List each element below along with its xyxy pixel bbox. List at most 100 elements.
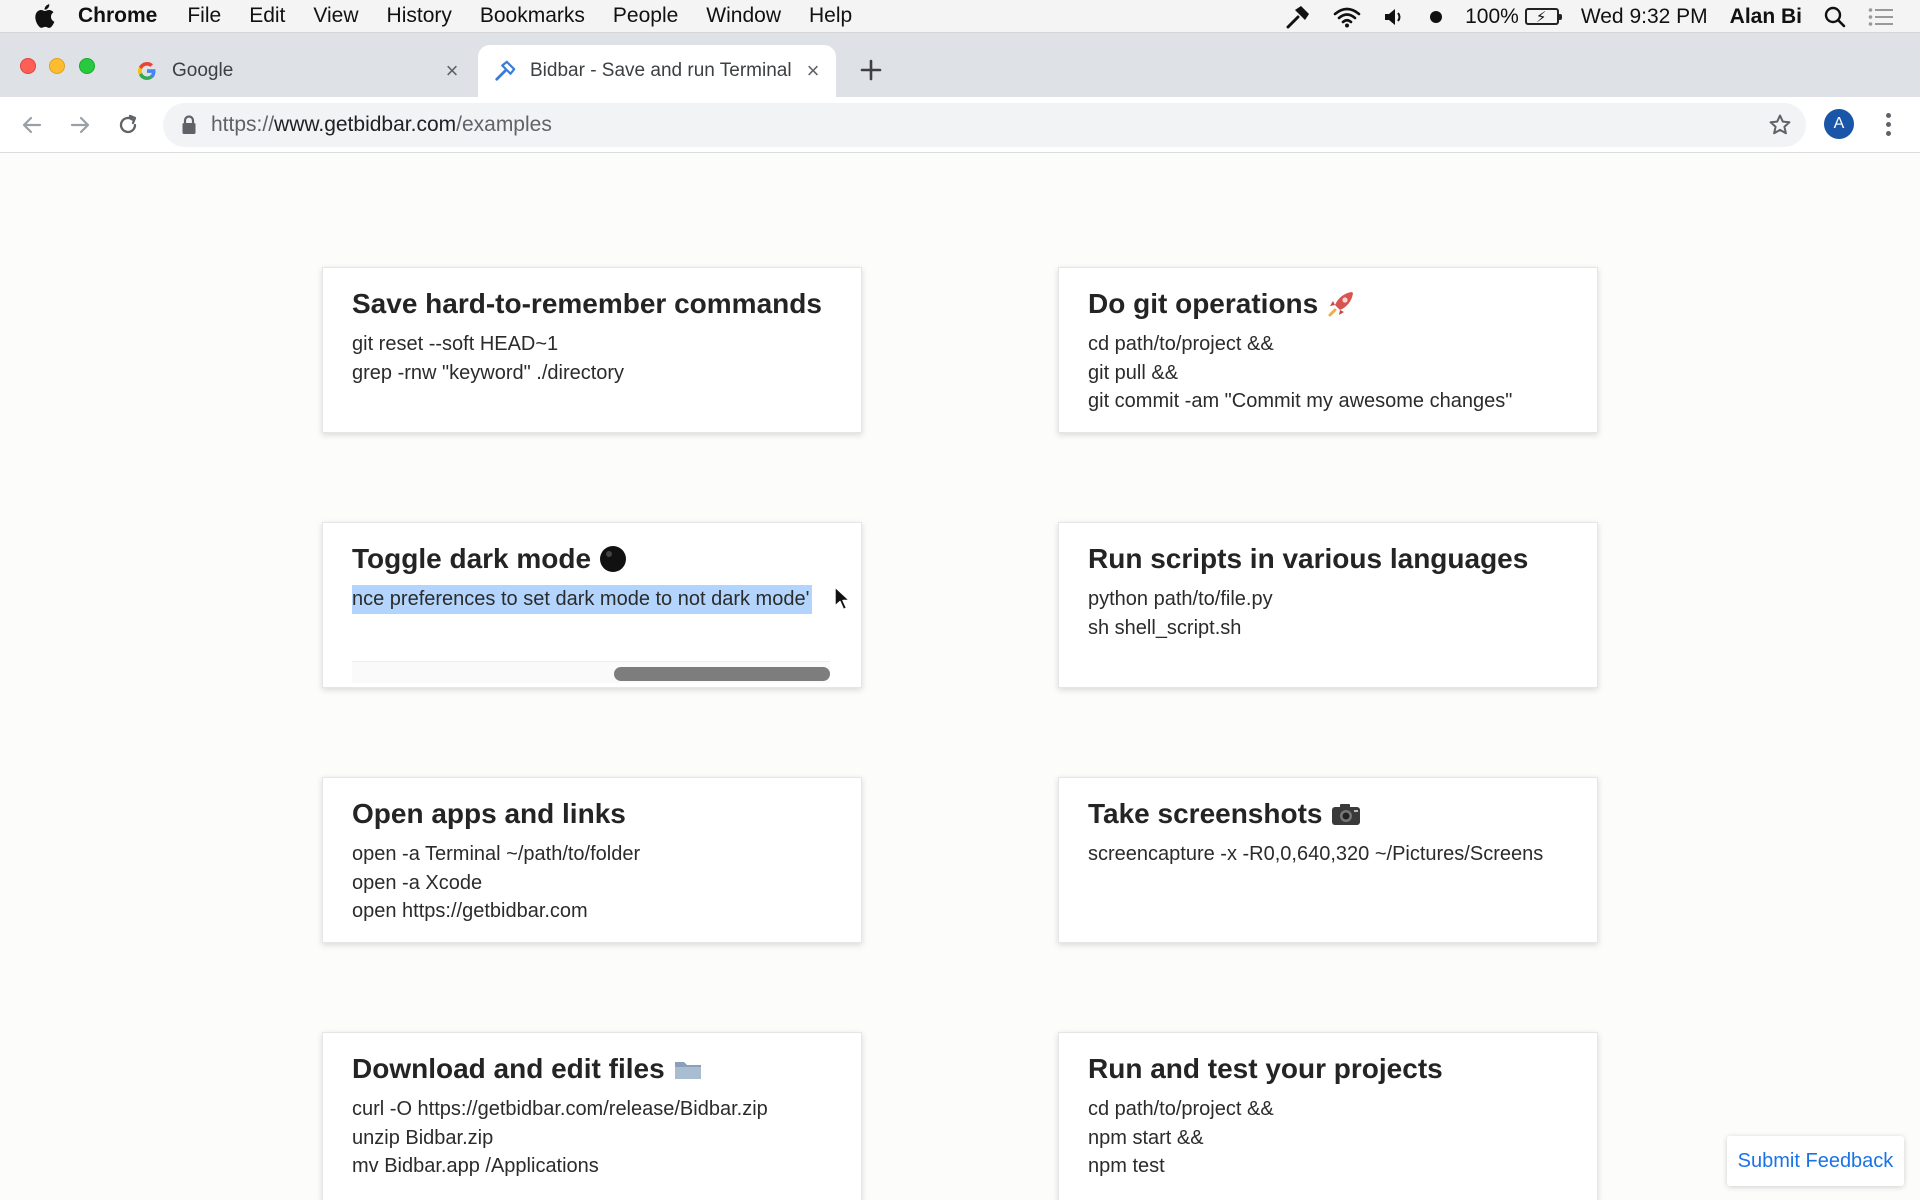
battery-icon: ⚡ <box>1524 8 1562 26</box>
command-line: cd path/to/project && <box>1088 333 1274 355</box>
example-card: Toggle dark mode nce preferences to set … <box>322 522 862 688</box>
google-favicon-icon <box>136 60 158 82</box>
tab-bidbar-title: Bidbar - Save and run Terminal <box>530 60 792 81</box>
horizontal-scrollbar[interactable] <box>352 661 830 683</box>
black-circle-icon <box>599 545 627 573</box>
command-line: mv Bidbar.app /Applications <box>352 1155 599 1177</box>
example-card: Run and test your projects cd path/to/pr… <box>1058 1032 1598 1200</box>
command-line: git commit -am "Commit my awesome change… <box>1088 390 1513 412</box>
menu-people[interactable]: People <box>613 4 678 28</box>
example-card: Download and edit files curl -O https://… <box>322 1032 862 1200</box>
command-line: sh shell_script.sh <box>1088 616 1242 639</box>
browser-tab-strip: Google × Bidbar - Save and run Terminal … <box>0 33 1920 97</box>
card-commands: git reset --soft HEAD~1 grep -rnw "keywo… <box>352 330 624 387</box>
url-path: /examples <box>456 113 552 136</box>
browser-toolbar: https://www.getbidbar.com/examples A <box>0 97 1920 153</box>
card-title-text: Toggle dark mode <box>352 543 592 574</box>
menu-user[interactable]: Alan Bi <box>1730 5 1802 29</box>
window-zoom-button[interactable] <box>79 58 95 74</box>
example-card: Take screenshots screencapture -x -R0,0,… <box>1058 777 1598 943</box>
bookmark-star-icon[interactable] <box>1768 113 1792 137</box>
menu-edit[interactable]: Edit <box>249 4 285 28</box>
example-card: Run scripts in various languages python … <box>1058 522 1598 688</box>
menu-clock[interactable]: Wed 9:32 PM <box>1581 5 1708 29</box>
battery-status[interactable]: 100% ⚡ <box>1465 4 1562 29</box>
battery-percent: 100% <box>1465 4 1519 28</box>
card-title: Toggle dark mode <box>352 543 627 575</box>
command-line: npm test <box>1088 1155 1165 1177</box>
card-title: Open apps and links <box>352 798 626 829</box>
profile-avatar[interactable]: A <box>1824 109 1854 139</box>
card-title: Run scripts in various languages <box>1088 543 1529 574</box>
tab-google-close-icon[interactable]: × <box>441 58 463 83</box>
example-card: Save hard-to-remember commands git reset… <box>322 267 862 433</box>
command-scroll-area[interactable]: nce preferences to set dark mode to not … <box>352 585 830 615</box>
lock-icon[interactable] <box>181 115 197 135</box>
example-card: Open apps and links open -a Terminal ~/p… <box>322 777 862 943</box>
command-line: grep -rnw "keyword" ./directory <box>352 361 625 384</box>
card-title: Run and test your projects <box>1088 1053 1443 1084</box>
card-title: Do git operations <box>1088 288 1356 320</box>
card-commands: cd path/to/project && npm start && npm t… <box>1088 1095 1274 1181</box>
command-line: unzip Bidbar.zip <box>352 1126 494 1149</box>
scrollbar-thumb[interactable] <box>614 667 830 681</box>
reload-icon[interactable] <box>114 111 142 139</box>
menu-app-name[interactable]: Chrome <box>78 4 157 28</box>
url-host: www.getbidbar.com <box>274 113 457 136</box>
macos-menu-bar: Chrome File Edit View History Bookmarks … <box>0 0 1920 33</box>
notification-center-icon[interactable] <box>1868 7 1894 27</box>
command-line: open -a Xcode <box>352 871 483 894</box>
command-line: cd path/to/project && <box>1088 1098 1274 1120</box>
menu-bookmarks[interactable]: Bookmarks <box>480 4 585 28</box>
forward-arrow-icon[interactable] <box>66 111 94 139</box>
command-line: open https://getbidbar.com <box>352 900 588 922</box>
tab-google[interactable]: Google × <box>120 45 475 97</box>
new-tab-button[interactable] <box>856 55 886 85</box>
menu-extras: 100% ⚡ Wed 9:32 PM Alan Bi <box>1285 0 1920 33</box>
card-commands: python path/to/file.py sh shell_script.s… <box>1088 585 1273 642</box>
example-card: Do git operations cd path/to/project && … <box>1058 267 1598 433</box>
menu-window[interactable]: Window <box>706 4 781 28</box>
apple-icon[interactable] <box>30 2 58 30</box>
command-line: git pull && <box>1088 361 1179 384</box>
volume-icon[interactable] <box>1383 7 1407 27</box>
card-title: Save hard-to-remember commands <box>352 288 822 319</box>
tab-bidbar-close-icon[interactable]: × <box>802 58 824 83</box>
back-arrow-icon[interactable] <box>18 111 46 139</box>
address-bar[interactable]: https://www.getbidbar.com/examples <box>163 103 1806 147</box>
card-commands: curl -O https://getbidbar.com/release/Bi… <box>352 1095 768 1181</box>
command-line: git reset --soft HEAD~1 <box>352 333 559 355</box>
chrome-menu-icon[interactable] <box>1878 109 1898 139</box>
tab-google-title: Google <box>172 60 234 81</box>
hammer-icon[interactable] <box>1285 5 1311 29</box>
window-close-button[interactable] <box>20 58 36 74</box>
spotlight-search-icon[interactable] <box>1824 6 1846 28</box>
window-minimize-button[interactable] <box>49 58 65 74</box>
menu-file[interactable]: File <box>187 4 221 28</box>
rocket-icon <box>1326 289 1356 319</box>
tab-bidbar[interactable]: Bidbar - Save and run Terminal × <box>478 45 836 97</box>
menu-view[interactable]: View <box>313 4 358 28</box>
mouse-pointer-icon <box>834 586 852 617</box>
record-indicator-icon[interactable] <box>1429 10 1443 24</box>
card-commands: open -a Terminal ~/path/to/folder open -… <box>352 840 640 926</box>
selected-command-text[interactable]: nce preferences to set dark mode to not … <box>352 585 813 614</box>
url-scheme: https:// <box>211 113 275 136</box>
command-line: npm start && <box>1088 1126 1204 1149</box>
card-commands: cd path/to/project && git pull && git co… <box>1088 330 1512 416</box>
card-title: Take screenshots <box>1088 798 1361 830</box>
camera-icon <box>1331 802 1361 826</box>
command-line: curl -O https://getbidbar.com/release/Bi… <box>352 1098 768 1120</box>
submit-feedback-button[interactable]: Submit Feedback <box>1727 1136 1904 1186</box>
menu-history[interactable]: History <box>387 4 452 28</box>
card-title-text: Take screenshots <box>1088 798 1323 829</box>
menu-help[interactable]: Help <box>809 4 852 28</box>
card-title: Download and edit files <box>352 1053 703 1085</box>
wifi-icon[interactable] <box>1333 6 1361 28</box>
card-title-text: Do git operations <box>1088 288 1319 319</box>
folder-icon <box>673 1057 703 1081</box>
command-line: python path/to/file.py <box>1088 588 1273 610</box>
card-commands: screencapture -x -R0,0,640,320 ~/Picture… <box>1088 840 1543 869</box>
card-title-text: Download and edit files <box>352 1053 665 1084</box>
command-line: open -a Terminal ~/path/to/folder <box>352 843 641 865</box>
